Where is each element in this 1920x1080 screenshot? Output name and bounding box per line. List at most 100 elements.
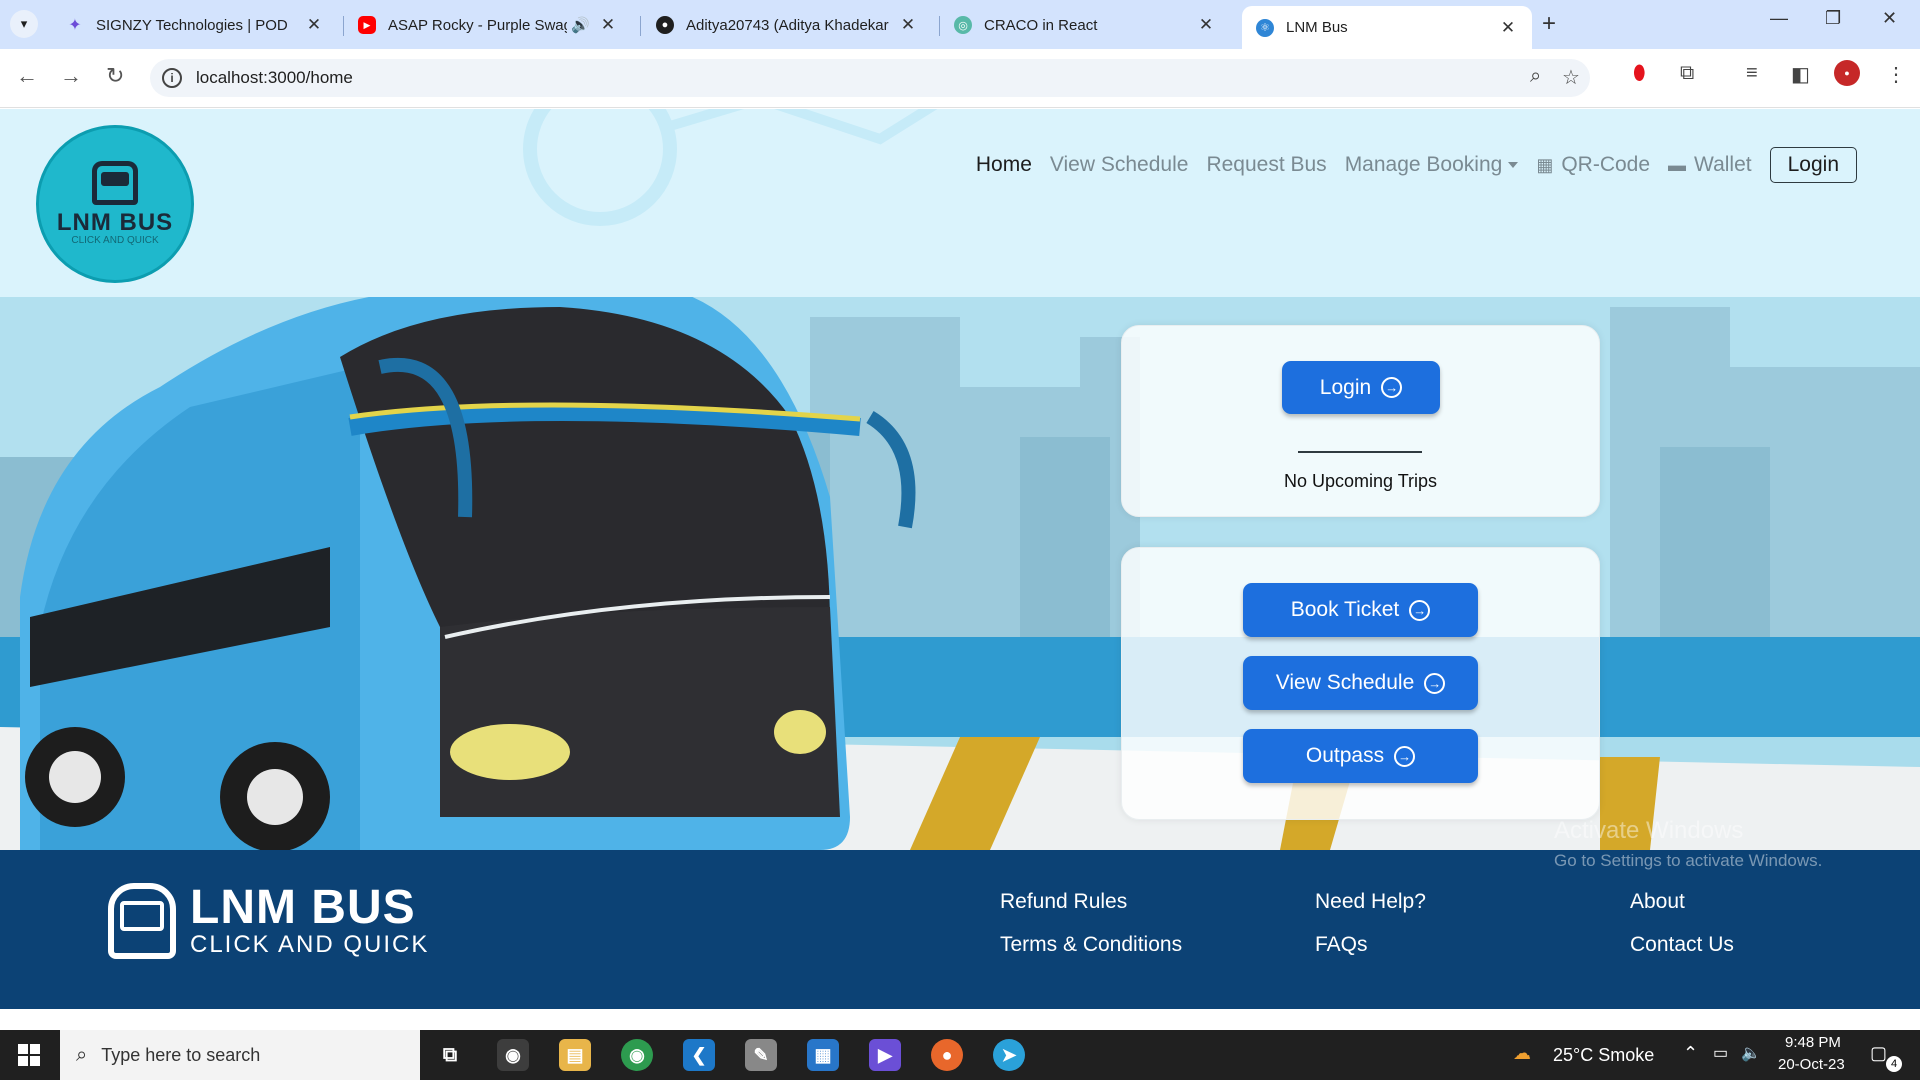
tab-title: CRACO in React	[984, 16, 1098, 34]
browser-tab[interactable]: ▶ ASAP Rocky - Purple Swag 🔊 ✕	[344, 6, 632, 44]
login-card: Login → No Upcoming Trips	[1121, 325, 1600, 517]
footer-link-contact[interactable]: Contact Us	[1630, 933, 1734, 957]
browser-tab-strip: ▾ ✦ SIGNZY Technologies | POD ✕ ▶ ASAP R…	[0, 0, 1920, 49]
hero-login-button[interactable]: Login →	[1282, 361, 1440, 414]
side-panel-icon[interactable]: ◧	[1791, 62, 1810, 87]
footer-link-faqs[interactable]: FAQs	[1315, 933, 1368, 957]
no-trips-text: No Upcoming Trips	[1283, 471, 1438, 491]
close-tab-icon[interactable]: ✕	[598, 15, 618, 35]
battery-icon[interactable]: ▭	[1713, 1043, 1728, 1063]
url-text: localhost:3000/home	[196, 68, 353, 87]
tray-chevron-icon[interactable]: ⌃	[1683, 1043, 1698, 1064]
close-window-icon[interactable]: ✕	[1882, 8, 1897, 29]
firefox-icon[interactable]: ●	[931, 1039, 963, 1071]
audio-playing-icon[interactable]: 🔊	[571, 16, 590, 34]
telegram-icon[interactable]: ➤	[993, 1039, 1025, 1071]
tab-divider	[640, 16, 641, 36]
taskbar-search-placeholder: Type here to search	[101, 1044, 261, 1065]
zoom-icon[interactable]: ⌕	[1530, 65, 1541, 88]
web-page: LNM BUS CLICK AND QUICK Home View Schedu…	[0, 109, 1920, 1009]
windows-taskbar: ⌕ Type here to search ⧉ ◉ ▤ ◉ ❮ ✎ ▦ ▶ ● …	[0, 1030, 1920, 1080]
close-tab-icon[interactable]: ✕	[1498, 18, 1518, 38]
nav-qr-code-label: QR-Code	[1561, 153, 1651, 176]
view-schedule-button[interactable]: View Schedule →	[1243, 656, 1478, 710]
nav-manage-booking-label: Manage Booking	[1344, 153, 1503, 176]
opera-extension-icon[interactable]: ⬮	[1633, 62, 1646, 85]
nav-login-button[interactable]: Login	[1769, 147, 1857, 183]
tab-search-icon[interactable]: ▾	[10, 10, 38, 38]
weather-text[interactable]: 25°C Smoke	[1553, 1045, 1654, 1066]
site-info-icon[interactable]: i	[162, 68, 182, 88]
address-bar[interactable]: i localhost:3000/home ⌕ ☆	[150, 59, 1590, 97]
nav-home[interactable]: Home	[976, 153, 1032, 177]
bookmark-star-icon[interactable]: ☆	[1562, 65, 1580, 90]
notifications-icon[interactable]: ▢	[1870, 1043, 1887, 1064]
browser-tab[interactable]: ✦ SIGNZY Technologies | POD ✕	[52, 6, 338, 44]
reload-icon[interactable]: ↻	[106, 63, 124, 89]
footer-logo-subtitle: CLICK AND QUICK	[190, 931, 430, 958]
chrome-taskbar-icon[interactable]: ◉	[497, 1039, 529, 1071]
qr-code-icon: ▦	[1536, 154, 1554, 175]
close-tab-icon[interactable]: ✕	[304, 15, 324, 35]
chrome-menu-icon[interactable]: ⋮	[1886, 62, 1906, 87]
file-explorer-icon[interactable]: ▤	[559, 1039, 591, 1071]
chrome-profile-icon[interactable]: ◉	[621, 1039, 653, 1071]
profile-avatar[interactable]: ●	[1834, 60, 1860, 86]
extensions-icon[interactable]: ⧉	[1680, 62, 1694, 85]
site-header: LNM BUS CLICK AND QUICK Home View Schedu…	[0, 109, 1920, 297]
nav-request-bus[interactable]: Request Bus	[1206, 153, 1326, 177]
outpass-label: Outpass	[1305, 744, 1385, 767]
nav-view-schedule[interactable]: View Schedule	[1050, 153, 1189, 177]
footer-link-about[interactable]: About	[1630, 890, 1685, 914]
hero-login-label: Login	[1319, 375, 1372, 399]
craco-icon: ◎	[954, 16, 972, 34]
book-ticket-button[interactable]: Book Ticket →	[1243, 583, 1478, 637]
forward-icon[interactable]: →	[60, 63, 82, 89]
logo-title: LNM BUS	[56, 209, 174, 236]
media-player-icon[interactable]: ▶	[869, 1039, 901, 1071]
new-tab-icon[interactable]: +	[1542, 10, 1556, 38]
windows-start-icon[interactable]	[18, 1044, 40, 1066]
tab-title: SIGNZY Technologies | POD	[96, 16, 288, 34]
restore-icon[interactable]: ❐	[1825, 8, 1841, 29]
media-control-icon[interactable]: ≡	[1746, 62, 1758, 85]
footer-link-need-help[interactable]: Need Help?	[1315, 890, 1426, 914]
browser-toolbar: ← → ↻ i localhost:3000/home ⌕ ☆ ⬮ ⧉ ≡ ◧ …	[0, 49, 1920, 108]
site-logo[interactable]: LNM BUS CLICK AND QUICK	[36, 125, 194, 283]
view-schedule-label: View Schedule	[1275, 671, 1415, 694]
arrow-right-circle-icon: →	[1381, 377, 1403, 398]
site-footer: LNM BUS CLICK AND QUICK Refund Rules Ter…	[0, 850, 1920, 1009]
close-tab-icon[interactable]: ✕	[898, 15, 918, 35]
calculator-icon[interactable]: ▦	[807, 1039, 839, 1071]
taskbar-search-box[interactable]: ⌕ Type here to search	[60, 1030, 420, 1080]
divider	[1298, 451, 1422, 453]
task-view-icon[interactable]: ⧉	[434, 1039, 466, 1071]
vscode-icon[interactable]: ❮	[683, 1039, 715, 1071]
close-tab-icon[interactable]: ✕	[1196, 15, 1216, 35]
tab-title: ASAP Rocky - Purple Swag	[388, 16, 568, 34]
quick-actions-card: Book Ticket → View Schedule → Outpass →	[1121, 547, 1600, 820]
weather-icon[interactable]: ☁	[1513, 1043, 1531, 1064]
clock-time[interactable]: 9:48 PM	[1785, 1034, 1841, 1051]
nav-wallet[interactable]: ▬ Wallet	[1668, 153, 1752, 177]
nav-manage-booking[interactable]: Manage Booking	[1345, 153, 1519, 177]
nav-qr-code[interactable]: ▦ QR-Code	[1536, 153, 1650, 177]
outpass-button[interactable]: Outpass →	[1243, 729, 1478, 783]
main-nav: Home View Schedule Request Bus Manage Bo…	[958, 147, 1857, 183]
arrow-right-circle-icon: →	[1394, 745, 1416, 767]
logo-subtitle: CLICK AND QUICK	[71, 235, 159, 246]
footer-link-terms[interactable]: Terms & Conditions	[1000, 933, 1182, 957]
volume-icon[interactable]: 🔈	[1741, 1043, 1761, 1063]
paint-icon[interactable]: ✎	[745, 1039, 777, 1071]
browser-tab[interactable]: ● Aditya20743 (Aditya Khadekar ✕	[642, 6, 932, 44]
clock-date[interactable]: 20-Oct-23	[1778, 1056, 1845, 1073]
header-decoration	[523, 109, 938, 226]
hero-section: Login → No Upcoming Trips Book Ticket → …	[0, 297, 1920, 850]
browser-tab-active[interactable]: ⚛ LNM Bus ✕	[1242, 6, 1532, 49]
browser-tab[interactable]: ◎ CRACO in React ✕	[940, 6, 1230, 44]
activate-windows-title: Activate Windows	[1554, 817, 1744, 844]
minimize-icon[interactable]: —	[1770, 8, 1788, 29]
footer-link-refund-rules[interactable]: Refund Rules	[1000, 890, 1127, 914]
back-icon[interactable]: ←	[16, 63, 38, 89]
footer-logo[interactable]: LNM BUS CLICK AND QUICK	[108, 883, 429, 959]
